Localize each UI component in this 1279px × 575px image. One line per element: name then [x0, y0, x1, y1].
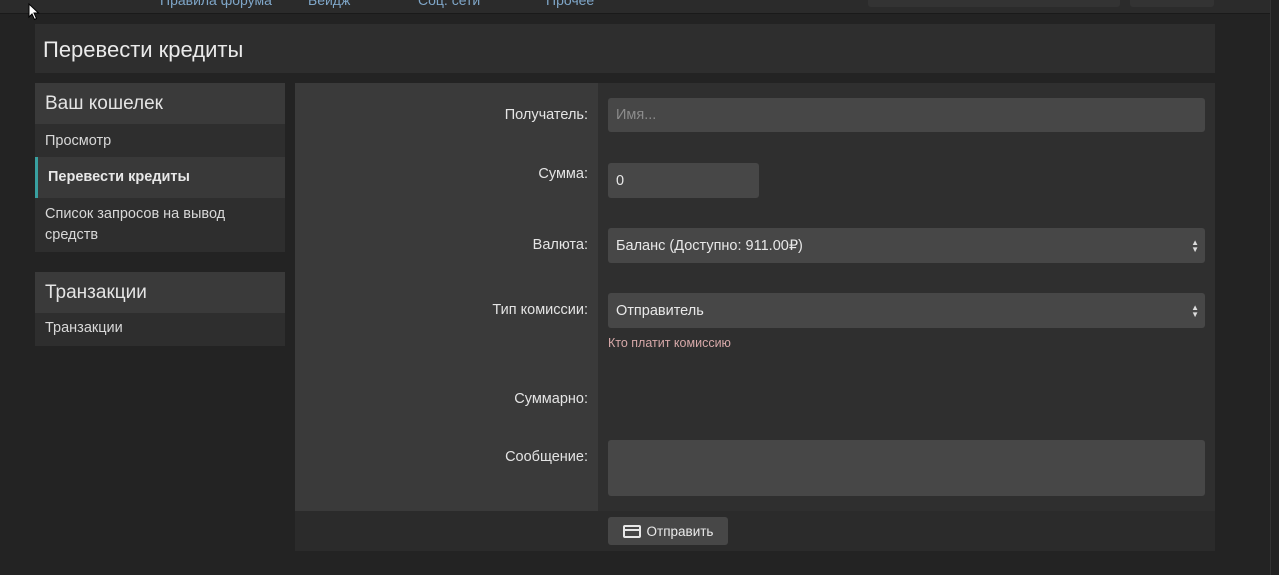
message-label: Сообщение:: [505, 449, 588, 465]
submit-button[interactable]: Отправить: [608, 517, 728, 545]
page-title-bar: Перевести кредиты: [35, 24, 1215, 73]
recipient-label: Получатель:: [504, 107, 588, 123]
currency-selected-value: Баланс (Доступно: 911.00₽): [616, 237, 803, 254]
top-navigation: Правила форума Бейдж Соц. сети Прочее: [0, 0, 1279, 14]
nav-social[interactable]: Соц. сети: [418, 0, 480, 8]
fee-type-selected-value: Отправитель: [616, 302, 704, 319]
fee-type-hint: Кто платит комиссию: [608, 336, 731, 350]
sidebar-item-view[interactable]: Просмотр: [35, 124, 285, 157]
form-footer: Отправить: [295, 511, 1215, 551]
form-fields-column: Имя... 0 Баланс (Доступно: 911.00₽) ▲ ▼ О…: [598, 83, 1215, 511]
sidebar-wallet-heading: Ваш кошелек: [35, 83, 285, 124]
sidebar-transactions-block: Транзакции Транзакции: [35, 272, 285, 346]
nav-other[interactable]: Прочее: [546, 0, 594, 8]
fee-type-select[interactable]: Отправитель ▲ ▼: [608, 293, 1205, 328]
mouse-cursor-icon: [28, 3, 40, 21]
page-scrollbar[interactable]: [1270, 0, 1279, 575]
nav-user-box[interactable]: [1130, 0, 1214, 7]
nav-search-box[interactable]: [868, 0, 1120, 7]
fee-type-label: Тип комиссии:: [492, 302, 588, 318]
amount-input[interactable]: 0: [608, 163, 759, 198]
message-textarea[interactable]: [608, 440, 1205, 496]
sidebar-wallet-block: Ваш кошелек Просмотр Перевести кредиты С…: [35, 83, 285, 252]
currency-select[interactable]: Баланс (Доступно: 911.00₽) ▲ ▼: [608, 228, 1205, 263]
amount-label: Сумма:: [538, 166, 588, 182]
nav-forum-rules[interactable]: Правила форума: [160, 0, 272, 8]
credit-card-icon: [622, 524, 641, 538]
page-title: Перевести кредиты: [43, 37, 244, 62]
total-label: Суммарно:: [514, 391, 588, 407]
select-arrows-icon: ▲ ▼: [1191, 237, 1199, 254]
sidebar-item-transfer-credits[interactable]: Перевести кредиты: [35, 157, 285, 198]
select-arrows-icon: ▲ ▼: [1191, 302, 1199, 319]
sidebar-item-withdrawal-requests[interactable]: Список запросов на вывод средств: [35, 198, 285, 252]
submit-button-label: Отправить: [646, 523, 714, 539]
form-labels-column: Получатель: Сумма: Валюта: Тип комиссии:…: [295, 83, 598, 511]
currency-label: Валюта:: [532, 237, 588, 253]
transfer-form: Получатель: Сумма: Валюта: Тип комиссии:…: [295, 83, 1215, 551]
recipient-input[interactable]: Имя...: [608, 98, 1205, 132]
nav-badge[interactable]: Бейдж: [308, 0, 350, 8]
sidebar-item-transactions[interactable]: Транзакции: [35, 313, 285, 346]
sidebar-transactions-heading: Транзакции: [35, 272, 285, 313]
